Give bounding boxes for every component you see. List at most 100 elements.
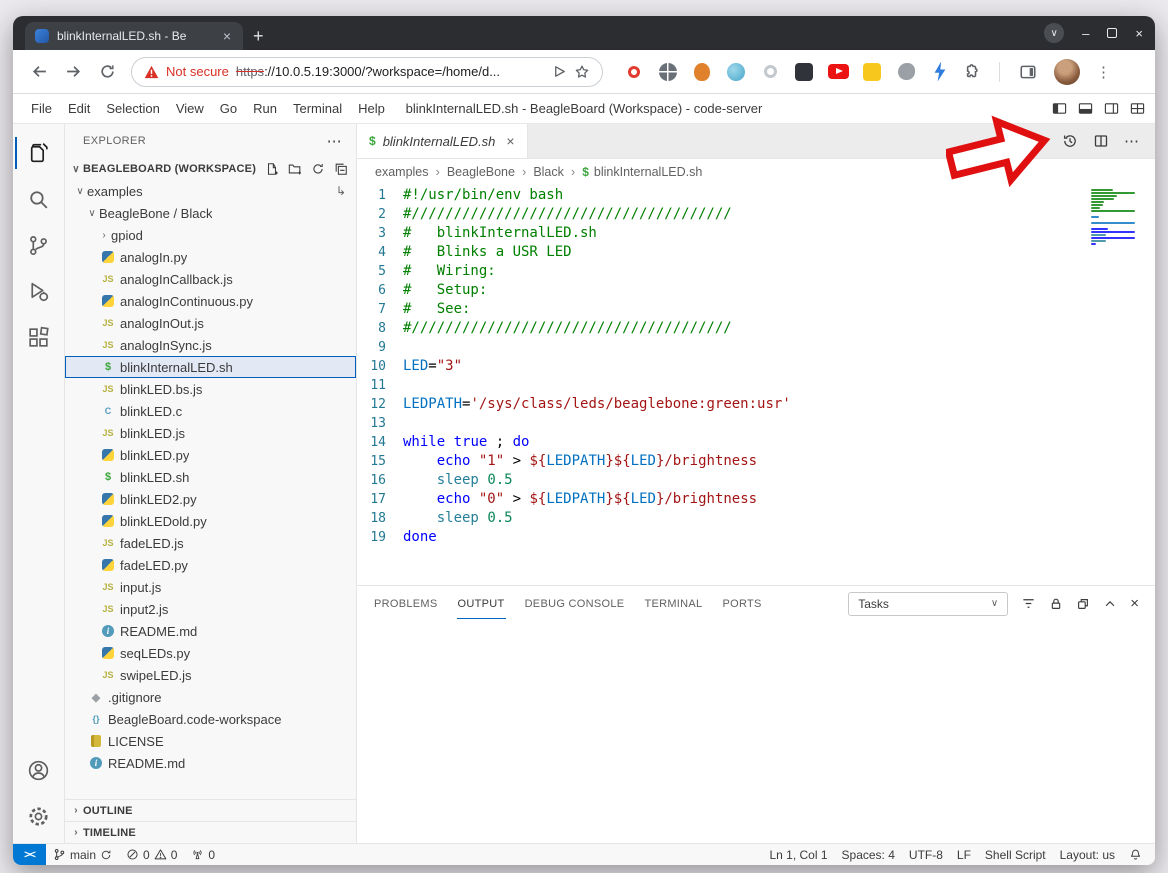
star-icon[interactable] [574,64,590,80]
panel-tab-problems[interactable]: PROBLEMS [373,588,439,619]
account-icon[interactable] [15,747,63,793]
menu-go[interactable]: Go [212,98,245,119]
tab-search-icon[interactable]: ∨ [1044,23,1064,43]
menu-selection[interactable]: Selection [98,98,167,119]
tree-item-examples[interactable]: ∨examples↳ [65,180,356,202]
tree-item-gitignore[interactable]: ◆.gitignore [65,686,356,708]
code-line[interactable]: 1#!/usr/bin/env bash [357,186,1155,205]
tree-item-blinkled-js[interactable]: JSblinkLED.js [65,422,356,444]
tree-item-blinkledold-py[interactable]: blinkLEDold.py [65,510,356,532]
tree-item-beagleboard-code-workspace[interactable]: {}BeagleBoard.code-workspace [65,708,356,730]
editor-tab[interactable]: $ blinkInternalLED.sh × [357,124,528,158]
extension-bird-icon[interactable] [895,61,917,83]
maximize-button[interactable] [1107,28,1117,38]
branch-status[interactable]: main [46,844,119,865]
source-control-icon[interactable] [15,222,63,268]
code-line[interactable]: 18 sleep 0.5 [357,509,1155,528]
tree-item-input-js[interactable]: JSinput.js [65,576,356,598]
breadcrumb-beaglebone[interactable]: BeagleBone [447,165,515,179]
filter-icon[interactable] [1021,596,1036,611]
tree-item-blinkled-py[interactable]: blinkLED.py [65,444,356,466]
extensions-icon[interactable] [15,314,63,360]
timeline-section[interactable]: › TIMELINE [65,821,356,843]
code-line[interactable]: 9 [357,338,1155,357]
tree-item-analogin-py[interactable]: analogIn.py [65,246,356,268]
extension-bolt-icon[interactable] [929,61,951,83]
minimap[interactable] [1091,189,1139,245]
explorer-more-actions-icon[interactable]: ⋯ [327,132,342,150]
extension-gear-ring-icon[interactable] [759,61,781,83]
workspace-section-header[interactable]: ∨ BEAGLEBOARD (WORKSPACE) [65,158,356,180]
forward-icon[interactable] [59,58,87,86]
close-panel-icon[interactable]: × [1130,595,1139,612]
tree-item-fadeled-py[interactable]: fadeLED.py [65,554,356,576]
split-editor-icon[interactable] [1093,133,1109,149]
address-bar[interactable]: Not secure https://10.0.5.19:3000/?works… [131,57,603,87]
breadcrumb-file[interactable]: $blinkInternalLED.sh [582,165,702,179]
cursor-position[interactable]: Ln 1, Col 1 [762,844,834,865]
tree-item-readme-md[interactable]: iREADME.md [65,620,356,642]
code-line[interactable]: 14while true ; do [357,433,1155,452]
search-icon[interactable] [15,176,63,222]
tree-item-blinkinternalled-sh[interactable]: $blinkInternalLED.sh [65,356,356,378]
code-line[interactable]: 8#////////////////////////////////////// [357,319,1155,338]
code-line[interactable]: 5# Wiring: [357,262,1155,281]
breadcrumb-examples[interactable]: examples [375,165,429,179]
more-actions-icon[interactable]: ⋯ [1124,134,1139,149]
toggle-sidebar-icon[interactable] [1052,101,1067,116]
extension-dark-square-icon[interactable] [793,61,815,83]
panel-tab-ports[interactable]: PORTS [721,588,762,619]
code-line[interactable]: 13 [357,414,1155,433]
extension-youtube-icon[interactable] [827,61,849,83]
run-button[interactable] [1031,133,1047,149]
menu-view[interactable]: View [168,98,212,119]
code-line[interactable]: 17 echo "0" > ${LEDPATH}${LED}/brightnes… [357,490,1155,509]
encoding[interactable]: UTF-8 [902,844,950,865]
remote-indicator[interactable]: >< [13,844,46,865]
tree-item-blinkled-c[interactable]: CblinkLED.c [65,400,356,422]
reload-icon[interactable] [93,58,121,86]
lock-icon[interactable] [1049,597,1063,611]
tree-item-gpiod[interactable]: ›gpiod [65,224,356,246]
tree-item-blinkled2-py[interactable]: blinkLED2.py [65,488,356,510]
outline-section[interactable]: › OUTLINE [65,799,356,821]
side-panel-icon[interactable] [1014,58,1042,86]
curved-arrow-icon[interactable]: ↳ [336,184,346,198]
code-line[interactable]: 4# Blinks a USR LED [357,243,1155,262]
code-line[interactable]: 11 [357,376,1155,395]
toggle-secondary-sidebar-icon[interactable] [1104,101,1119,116]
menu-file[interactable]: File [23,98,60,119]
collapse-all-icon[interactable] [334,162,348,176]
tab-close-icon[interactable]: × [221,28,233,44]
browser-menu-icon[interactable]: ⋮ [1086,63,1117,81]
editor-tab-close-icon[interactable]: × [502,133,514,149]
language-mode[interactable]: Shell Script [978,844,1053,865]
send-icon[interactable] [552,64,567,79]
tree-item-fadeled-js[interactable]: JSfadeLED.js [65,532,356,554]
code-editor[interactable]: 1#!/usr/bin/env bash2#//////////////////… [357,184,1155,585]
tree-item-swipeled-js[interactable]: JSswipeLED.js [65,664,356,686]
customize-layout-icon[interactable] [1130,101,1145,116]
minimize-button[interactable]: – [1082,26,1089,41]
run-debug-icon[interactable] [15,268,63,314]
code-line[interactable]: 12LEDPATH='/sys/class/leds/beaglebone:gr… [357,395,1155,414]
maximize-panel-icon[interactable] [1103,597,1117,611]
close-window-button[interactable]: × [1135,26,1143,41]
refresh-icon[interactable] [311,162,325,176]
history-icon[interactable] [1062,133,1078,149]
panel-tab-output[interactable]: OUTPUT [457,588,506,619]
tree-item-license[interactable]: LICENSE [65,730,356,752]
keyboard-layout[interactable]: Layout: us [1053,844,1122,865]
code-line[interactable]: 6# Setup: [357,281,1155,300]
tree-item-seqleds-py[interactable]: seqLEDs.py [65,642,356,664]
url-text[interactable]: https://10.0.5.19:3000/?workspace=/home/… [236,64,545,79]
security-label[interactable]: Not secure [166,64,229,79]
extension-yellow-square-icon[interactable] [861,61,883,83]
code-line[interactable]: 3# blinkInternalLED.sh [357,224,1155,243]
code-line[interactable]: 19done [357,528,1155,547]
puzzle-icon[interactable] [957,58,985,86]
ports-status[interactable]: 0 [184,844,222,865]
tree-item-blinkled-sh[interactable]: $blinkLED.sh [65,466,356,488]
output-channel-select[interactable]: Tasks ∨ [848,592,1008,616]
warning-icon[interactable] [144,65,159,79]
